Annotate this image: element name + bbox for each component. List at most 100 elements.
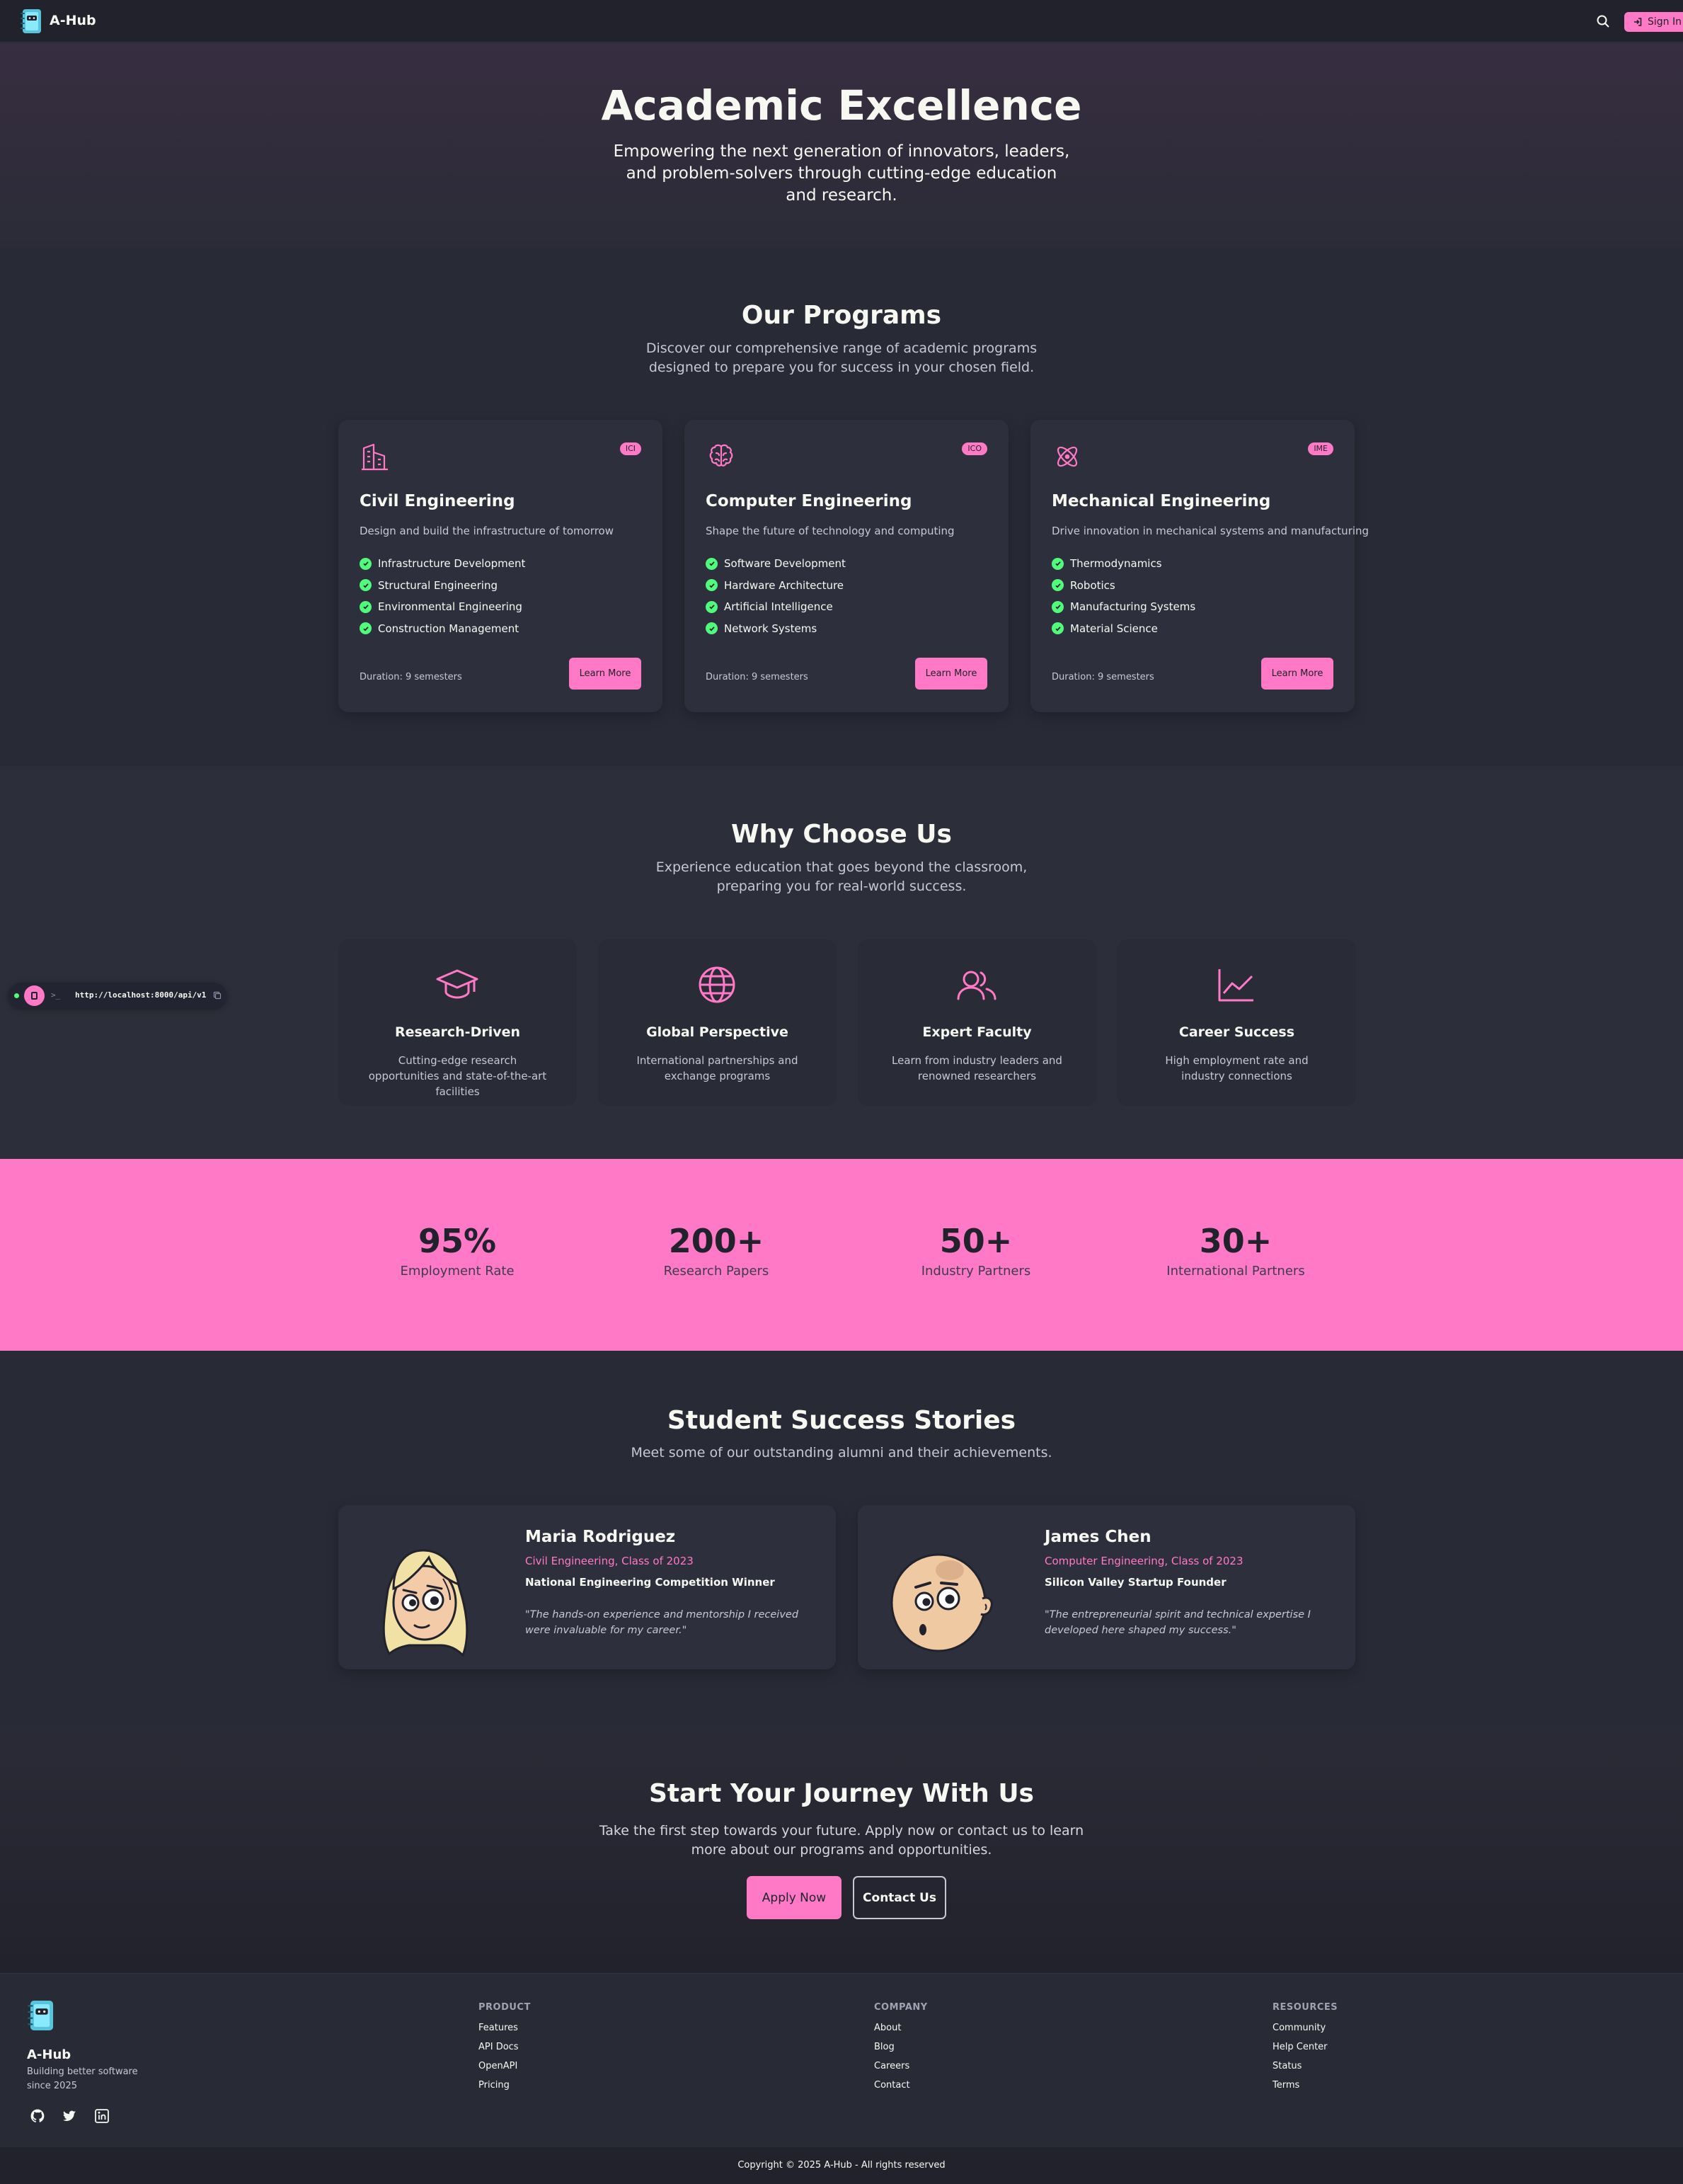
story-card: James Chen Computer Engineering, Class o… (858, 1505, 1355, 1669)
api-url-widget[interactable]: >_ http://localhost:8000/api/v1 (8, 983, 226, 1008)
check-icon (706, 579, 718, 592)
footer-column-heading: PRODUCT (478, 2002, 531, 2013)
check-icon (360, 557, 372, 570)
stat-value: 95% (418, 1222, 497, 1260)
program-description: Drive innovation in mechanical systems a… (1052, 525, 1369, 537)
feature-item: Manufacturing Systems (1052, 596, 1195, 618)
stories-title: Student Success Stories (667, 1406, 1016, 1435)
widget-toggle-button[interactable] (24, 985, 45, 1006)
linkedin-icon[interactable] (94, 2108, 110, 2124)
stat-label: International Partners (1166, 1264, 1305, 1279)
feature-item: Thermodynamics (1052, 553, 1195, 575)
search-icon[interactable] (1595, 13, 1611, 29)
check-icon (706, 600, 718, 613)
program-title: Civil Engineering (360, 492, 515, 510)
atom-icon (1057, 446, 1078, 467)
footer: A-Hub Building better software since 202… (0, 1973, 1683, 2147)
feature-title: Expert Faculty (922, 1024, 1032, 1040)
program-title: Computer Engineering (706, 492, 912, 510)
stat-label: Research Papers (663, 1264, 769, 1279)
footer-link[interactable]: OpenAPI (478, 2061, 531, 2080)
github-icon[interactable] (30, 2108, 45, 2124)
why-title: Why Choose Us (731, 820, 952, 849)
hero-section: Academic Excellence Empowering the next … (0, 43, 1683, 247)
feature-description: Learn from industry leaders and renowned… (892, 1054, 1062, 1082)
stories-subtitle: Meet some of our outstanding alumni and … (631, 1445, 1052, 1460)
program-duration: Duration: 9 semesters (1052, 672, 1154, 682)
notebook-logo-icon[interactable] (20, 8, 44, 35)
api-url-text: http://localhost:8000/api/v1 (75, 990, 207, 1000)
student-program: Computer Engineering, Class of 2023 (1045, 1555, 1243, 1567)
programs-subtitle: Discover our comprehensive range of acad… (645, 341, 1038, 375)
footer-link[interactable]: Community (1273, 2023, 1338, 2042)
feature-item: Infrastructure Development (360, 553, 525, 575)
notebook-logo-icon[interactable] (27, 1999, 57, 2033)
stat-industry: 50+ Industry Partners (870, 1221, 1082, 1279)
sign-in-button[interactable]: Sign In (1624, 12, 1683, 32)
users-icon (957, 971, 996, 1000)
footer-link[interactable]: Terms (1273, 2080, 1338, 2099)
learn-more-button[interactable]: Learn More (915, 658, 987, 690)
feature-description: Cutting-edge research opportunities and … (368, 1054, 547, 1098)
programs-title: Our Programs (741, 301, 942, 330)
feature-item: Software Development (706, 553, 846, 575)
check-icon (1052, 557, 1064, 570)
footer-link[interactable]: Careers (874, 2061, 928, 2080)
success-stories-section: Student Success Stories Meet some of our… (0, 1351, 1683, 1725)
footer-link[interactable]: Features (478, 2023, 531, 2042)
footer-link[interactable]: Contact (874, 2080, 928, 2099)
feature-title: Global Perspective (646, 1024, 788, 1040)
avatar (382, 1549, 469, 1657)
footer-link[interactable]: About (874, 2023, 928, 2042)
apply-now-button[interactable]: Apply Now (747, 1876, 842, 1919)
feature-card-career: Career Success High employment rate and … (1118, 939, 1356, 1106)
stats-section: 95% Employment Rate 200+ Research Papers… (0, 1159, 1683, 1351)
learn-more-button[interactable]: Learn More (569, 658, 641, 690)
programs-section: Our Programs Discover our comprehensive … (0, 247, 1683, 766)
student-quote: "The hands-on experience and mentorship … (525, 1609, 799, 1636)
feature-description: High employment rate and industry connec… (1165, 1054, 1309, 1082)
check-icon (360, 600, 372, 613)
twitter-icon[interactable] (62, 2108, 77, 2124)
student-quote: "The entrepreneurial spirit and technica… (1045, 1609, 1311, 1636)
status-dot (14, 993, 19, 998)
learn-more-button[interactable]: Learn More (1261, 658, 1333, 690)
feature-item: Artificial Intelligence (706, 596, 846, 618)
program-description: Design and build the infrastructure of t… (360, 525, 614, 537)
check-icon (706, 622, 718, 635)
footer-link[interactable]: Help Center (1273, 2042, 1338, 2061)
feature-item: Material Science (1052, 618, 1195, 640)
top-navbar: A-Hub Sign In (0, 0, 1683, 42)
sign-in-icon (1634, 18, 1642, 26)
footer-link[interactable]: Pricing (478, 2080, 531, 2099)
terminal-prompt-icon: >_ (51, 990, 61, 1000)
student-name: Maria Rodriguez (525, 1528, 676, 1546)
feature-list: Software Development Hardware Architectu… (706, 553, 846, 639)
check-icon (706, 557, 718, 570)
why-choose-us-section: Why Choose Us Experience education that … (0, 766, 1683, 1159)
cta-section: Start Your Journey With Us Take the firs… (0, 1725, 1683, 1973)
program-duration: Duration: 9 semesters (706, 672, 808, 682)
footer-link[interactable]: API Docs (478, 2042, 531, 2061)
footer-column-product: PRODUCT Features API Docs OpenAPI Pricin… (478, 2002, 531, 2099)
copy-icon[interactable] (213, 991, 222, 1000)
stat-international: 30+ International Partners (1130, 1221, 1342, 1279)
copyright-text: Copyright © 2025 A-Hub - All rights rese… (0, 2147, 1683, 2184)
why-subtitle: Experience education that goes beyond th… (655, 859, 1028, 894)
graduation-cap-icon (436, 969, 478, 999)
feature-item: Environmental Engineering (360, 596, 525, 618)
hero-title: Academic Excellence (601, 81, 1082, 130)
brain-icon (709, 444, 733, 467)
brand-name[interactable]: A-Hub (50, 13, 96, 28)
stat-value: 50+ (939, 1222, 1013, 1260)
footer-link[interactable]: Status (1273, 2061, 1338, 2080)
feature-card-research: Research-Driven Cutting-edge research op… (338, 939, 577, 1106)
feature-item: Structural Engineering (360, 575, 525, 597)
feature-description: International partnerships and exchange … (636, 1054, 798, 1082)
contact-us-button[interactable]: Contact Us (853, 1876, 946, 1919)
program-badge: ICI (619, 442, 641, 455)
stat-label: Employment Rate (400, 1264, 515, 1279)
feature-item: Network Systems (706, 618, 846, 640)
footer-link[interactable]: Blog (874, 2042, 928, 2061)
stat-employment: 95% Employment Rate (351, 1221, 563, 1279)
